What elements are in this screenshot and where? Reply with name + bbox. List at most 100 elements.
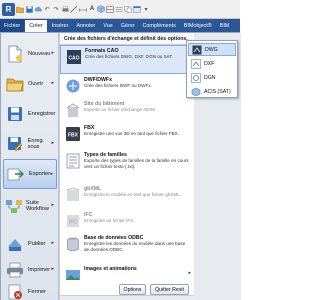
item-description: Enregistre une vue 3D en tant que fichie… [84,131,179,137]
submenu-item-label: DWG [205,46,218,53]
chevron-right-icon: ▸ [51,202,54,208]
export-item-ifc[interactable]: IFC IFC Enregistre un fichier IFC. [60,210,195,232]
submenu-item-dwg[interactable]: DWG [188,43,236,56]
gbxml-icon [64,186,81,203]
quick-access-toolbar: R ↶ ↷ A ▾ [0,0,240,19]
item-description: Enregistre le modèle en tant que fichier… [84,192,182,198]
workflow-icon [5,196,23,216]
chevron-right-icon: ▸ [50,171,53,177]
export-item-fbx[interactable]: FBX FBX Enregistre une vue 3D en tant qu… [60,123,195,149]
submenu-item-acis-sat[interactable]: ACIS (SAT) [188,85,236,98]
ribbon-tabs: Fichier Créer Insérer Annoter Vue Gérer … [0,19,240,32]
print-quick-icon[interactable] [61,4,69,14]
menu-item-label: Fermer [28,288,47,295]
section-view-icon[interactable] [106,4,114,14]
save-icon [5,104,25,124]
item-description: Exporte des types de familles de la fami… [84,158,189,169]
dgn-icon [191,72,201,83]
tab-manage[interactable]: Gérer [117,19,139,32]
panel-footer [60,295,195,300]
chevron-right-icon: ▸ [51,140,54,146]
menu-item-label: Enregistrer [28,110,56,117]
odbc-icon [64,235,81,252]
ifc-icon: IFC [64,212,81,229]
publish-icon [5,234,25,254]
new-file-icon [5,44,25,64]
switch-windows-icon[interactable] [133,4,141,14]
menu-item-label: Imprimer [28,266,51,273]
item-description: Crée des fichiers DWF ou DWFx. [84,83,152,89]
fbx-icon: FBX [64,125,81,142]
chevron-right-icon: ▸ [188,270,191,276]
export-options-panel: Crée des fichiers d'échange et définit d… [59,33,195,300]
text-annotation-icon[interactable]: A [88,4,96,14]
cloud-sync-icon[interactable] [34,4,42,14]
measure-icon[interactable] [70,4,78,14]
building-site-icon [64,101,81,118]
tab-bim[interactable]: BIM [216,19,234,32]
export-item-gbxml[interactable]: gbXML Enregistre le modèle en tant que f… [60,184,195,209]
export-item-dwf[interactable]: DWF/DWFx Crée des fichiers DWF ou DWFx. [60,75,195,99]
item-description: Enregistre un fichier IFC. [84,218,135,224]
submenu-item-dgn[interactable]: DGN [188,71,236,84]
export-item-odbc[interactable]: Base de données ODBC Enregistre les donn… [60,233,195,263]
submenu-item-dxf[interactable]: DXF [188,57,236,70]
tab-bimobject[interactable]: BIMobject® [180,19,216,32]
menu-item-label: Exporter [29,170,51,177]
tab-view[interactable]: Vue [99,19,116,32]
folder-open-icon[interactable] [16,4,24,14]
undo-icon[interactable]: ↶ [43,4,51,14]
export-item-cad-formats[interactable]: CAO Formats CAO Crée des fichiers DWG, D… [60,45,195,74]
customize-dropdown-icon[interactable]: ▾ [142,4,150,14]
quit-revit-button[interactable]: Quitter Revit [150,284,189,295]
dxf-icon [191,58,201,69]
dimension-icon[interactable] [79,4,87,14]
menu-item-label: Publier [28,240,46,247]
application-menu-button[interactable]: R [2,2,15,16]
menu-item-label: Ouvrir [28,80,44,87]
panel-header: Crée des fichiers d'échange et définit d… [60,33,194,45]
tab-addins[interactable]: Compléments [139,19,180,32]
open-folder-icon [5,74,25,94]
menu-item-label: Nouveau [28,50,51,57]
chevron-right-icon: ▸ [51,80,54,86]
3d-view-icon[interactable] [97,4,105,14]
svg-text:FBX: FBX [68,132,79,138]
export-icon [6,164,26,184]
item-description: Exporte un fichier d'échange ADSK. [84,107,157,113]
acis-sat-icon [191,87,201,97]
tab-create[interactable]: Créer [24,19,48,32]
export-item-building-site[interactable]: Site du bâtiment Exporte un fichier d'éc… [60,99,195,123]
item-description: Enregistre les données du modèle dans un… [84,241,186,252]
tab-annotate[interactable]: Annoter [72,19,99,32]
menu-item-open[interactable]: Ouvrir ▸ [3,69,57,99]
cad-formats-submenu: DWG DXF DGN ACIS (SAT) [186,40,238,98]
redo-icon[interactable]: ↷ [52,4,60,14]
family-types-icon [64,152,81,169]
tab-file[interactable]: Fichier [0,19,25,32]
svg-text:CAO: CAO [68,55,79,61]
item-description: Crée des fichiers DWG, DXF, DGN ou SAT. [85,54,173,60]
cad-formats-icon: CAO [65,48,82,65]
dwf-icon [64,77,81,94]
dwg-icon [192,45,202,55]
thin-lines-icon[interactable] [115,4,123,14]
submenu-item-label: DGN [204,74,216,81]
item-title: Images et animations [84,266,137,272]
save-as-icon [5,134,25,154]
menu-item-save-as[interactable]: Enreg. sous ▸ [3,129,57,159]
menu-item-workflow-suite[interactable]: Suite Workflow ▸ [3,191,57,221]
images-animations-icon [64,266,81,283]
export-item-family-types[interactable]: Types de familles Exporte des types de f… [60,150,195,183]
save-quick-icon[interactable] [25,4,33,14]
menu-left-column: Nouveau ▸ Ouvrir ▸ Enregistrer Enreg. so… [1,33,59,300]
options-button[interactable]: Options [119,284,146,295]
menu-item-close[interactable]: Fermer [3,277,57,300]
tab-insert[interactable]: Insérer [48,19,73,32]
chevron-right-icon: ▸ [51,50,54,56]
menu-item-save[interactable]: Enregistrer [3,99,57,129]
close-hidden-icon[interactable] [124,4,132,14]
menu-item-new[interactable]: Nouveau ▸ [3,39,57,69]
svg-text:IFC: IFC [68,219,76,225]
menu-item-export[interactable]: Exporter ▸ [3,159,57,189]
